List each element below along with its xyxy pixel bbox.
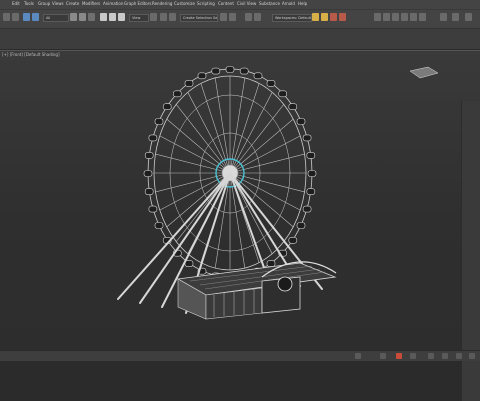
select-object-icon[interactable]	[70, 13, 77, 21]
gondola-cabin	[307, 170, 317, 177]
gondola-cabin	[148, 134, 158, 142]
gondola-cabin	[253, 72, 263, 80]
station-logo-sign	[277, 276, 293, 292]
gondola-cabin	[302, 205, 312, 213]
auto-key-icon[interactable]	[396, 353, 402, 359]
render-frame-icon[interactable]	[330, 13, 337, 21]
menu-item-views[interactable]: Views	[52, 1, 64, 7]
rotate-icon[interactable]	[109, 13, 116, 21]
menu-item-animation[interactable]: Animation	[103, 1, 123, 7]
unlink-icon[interactable]	[32, 13, 39, 21]
menu-item-tools[interactable]: Tools	[24, 1, 34, 7]
create-panel-icon[interactable]	[374, 13, 381, 21]
utilities-panel-icon[interactable]	[419, 13, 426, 21]
schematic-view-icon[interactable]	[254, 13, 261, 21]
gondola-cabin	[225, 66, 235, 73]
gondola-cabin	[266, 80, 276, 87]
wheel-spoke	[176, 104, 231, 174]
named-selection-dropdown[interactable]: Create Selection Se	[180, 14, 218, 22]
menu-bar: Edit Tools Group Views Create Modifiers …	[0, 0, 480, 10]
ribbon-area	[0, 29, 480, 49]
zoom-extents-icon[interactable]	[428, 353, 434, 359]
window-menu-icon[interactable]	[465, 13, 472, 21]
play-icon[interactable]	[410, 353, 416, 359]
gondola-cabin	[184, 80, 194, 87]
gondola-cabin	[154, 118, 164, 125]
mirror-icon[interactable]	[220, 13, 227, 21]
gondola-cabin	[278, 90, 288, 98]
motion-panel-icon[interactable]	[401, 13, 408, 21]
rectangle-selection-icon[interactable]	[88, 13, 95, 21]
menu-item-scripting[interactable]: Scripting	[197, 1, 215, 7]
gondola-cabin	[288, 103, 298, 110]
angle-snap-icon[interactable]	[169, 13, 176, 21]
gondola-cabin	[143, 170, 153, 177]
menu-item-rendering[interactable]: Rendering	[152, 1, 172, 7]
curve-editor-icon[interactable]	[245, 13, 252, 21]
menu-item-edit[interactable]: Edit	[12, 1, 20, 7]
gondola-cabin	[296, 222, 306, 229]
ferris-wheel-model	[117, 66, 439, 320]
menu-item-content[interactable]: Content	[218, 1, 234, 7]
status-bar	[0, 350, 480, 361]
orbit-icon[interactable]	[456, 353, 462, 359]
material-editor-icon[interactable]	[312, 13, 319, 21]
gondola-cabin	[266, 260, 276, 267]
pivot-icon[interactable]	[150, 13, 157, 21]
reference-coordinate-dropdown[interactable]: View	[129, 14, 149, 22]
gondola-cabin	[296, 118, 306, 125]
wheel-spoke	[229, 104, 284, 174]
display-panel-icon[interactable]	[410, 13, 417, 21]
gondola-cabin	[306, 188, 316, 195]
gondola-cabin	[288, 237, 298, 244]
menu-item-help[interactable]: Help	[298, 1, 307, 7]
link-icon[interactable]	[23, 13, 30, 21]
gondola-cabin	[211, 67, 221, 75]
gondola-cabin	[148, 205, 158, 213]
menu-item-modifiers[interactable]: Modifiers	[82, 1, 100, 7]
lock-selection-icon[interactable]	[355, 353, 361, 359]
settings-icon[interactable]	[452, 13, 459, 21]
gondola-cabin	[162, 103, 172, 110]
gondola-cabin	[154, 222, 164, 229]
animation-key-icon[interactable]	[380, 353, 386, 359]
menu-item-substance[interactable]: Substance	[259, 1, 280, 7]
pan-icon[interactable]	[442, 353, 448, 359]
selection-filter-dropdown[interactable]: All	[43, 14, 69, 22]
gondola-cabin	[302, 134, 312, 142]
menu-item-group[interactable]: Group	[38, 1, 50, 7]
snap-icon[interactable]	[160, 13, 167, 21]
gondola-cabin	[173, 90, 182, 98]
gondola-cabin	[144, 152, 154, 159]
gondola-cabin	[306, 152, 316, 159]
maximize-viewport-icon[interactable]	[469, 353, 475, 359]
menu-item-create[interactable]: Create	[66, 1, 79, 7]
workspace-dropdown[interactable]: Workspaces: Default	[272, 14, 312, 22]
redo-icon[interactable]	[12, 13, 19, 21]
view-cube[interactable]	[409, 66, 439, 79]
viewport-front[interactable]: [+] [Front] [Default Shading]	[0, 50, 480, 401]
render-setup-icon[interactable]	[321, 13, 328, 21]
hierarchy-panel-icon[interactable]	[392, 13, 399, 21]
menu-item-arnold[interactable]: Arnold	[282, 1, 295, 7]
gondola-cabin	[197, 72, 207, 80]
select-by-name-icon[interactable]	[79, 13, 86, 21]
menu-item-civil-view[interactable]: Civil View	[237, 1, 256, 7]
render-icon[interactable]	[339, 13, 346, 21]
align-icon[interactable]	[229, 13, 236, 21]
menu-item-graph-editors[interactable]: Graph Editors	[124, 1, 151, 7]
gondola-cabin	[144, 188, 154, 195]
move-icon[interactable]	[100, 13, 107, 21]
scale-icon[interactable]	[118, 13, 125, 21]
undo-icon[interactable]	[3, 13, 10, 21]
gondola-cabin	[239, 67, 249, 75]
sign-in-icon[interactable]	[440, 13, 447, 21]
menu-item-customize[interactable]: Customize	[174, 1, 195, 7]
modify-panel-icon[interactable]	[383, 13, 390, 21]
main-toolbar: All View Create Selection Se Workspaces:…	[0, 10, 480, 29]
